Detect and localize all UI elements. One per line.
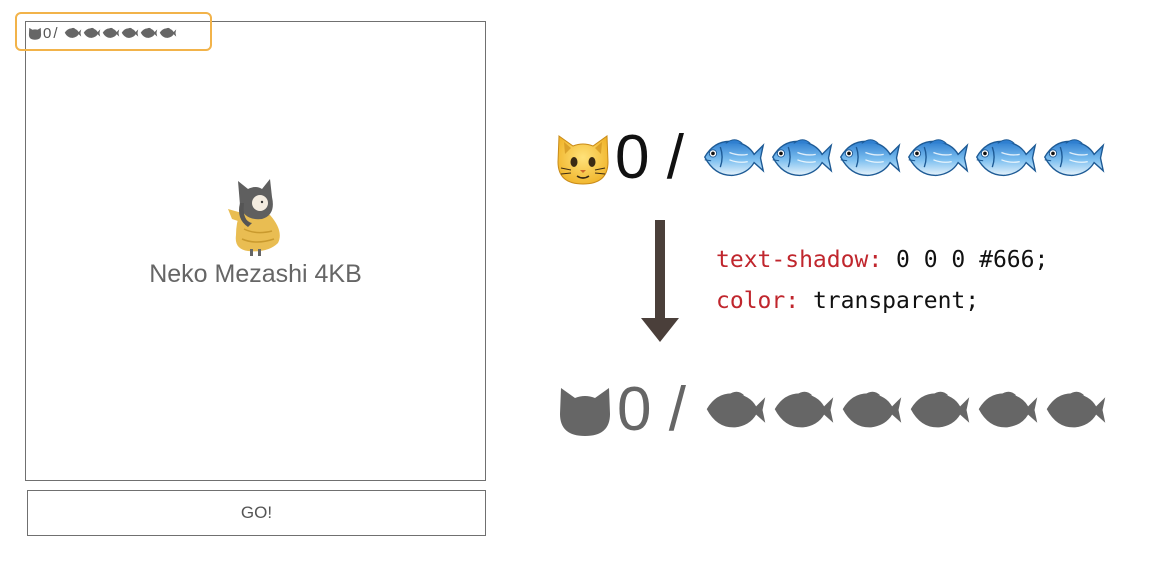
hud-fish-row [64,26,177,40]
down-arrow-icon [641,220,679,342]
neko-character-sprite [228,179,280,256]
fish-silhouette-icon [1046,391,1106,428]
hud-color-example: 0 / [555,124,1106,192]
hud-score: 0 [43,24,52,42]
hud-separator: / [53,24,58,42]
fish-silhouette-icon [121,27,138,38]
cat-silhouette-icon [28,27,42,40]
fish-silhouette-icon [842,391,902,428]
game-title: Neko Mezashi 4KB [149,260,362,288]
cat-silhouette-icon [560,388,610,436]
fish-silhouette-icon [83,27,100,38]
fish-silhouette-icon [910,391,970,428]
score-text-silhouette: 0 / [617,375,686,444]
fish-icon [703,139,765,177]
go-button[interactable]: GO! [27,490,486,536]
game-hud: 0 / [27,22,177,44]
css-code-snippet: text-shadow: 0 0 0 #666; color: transpare… [716,240,1048,322]
fish-silhouette-icon [978,391,1038,428]
fish-silhouette-icon [774,391,834,428]
fish-row-color [702,133,1106,183]
fish-silhouette-icon [706,391,766,428]
fish-silhouette-icon [159,27,176,38]
fish-icon [839,139,901,177]
fish-silhouette-icon [64,27,81,38]
fish-silhouette-icon [102,27,119,38]
fish-icon [771,139,833,177]
fish-row-silhouette [704,385,1108,435]
fish-icon [907,139,969,177]
code-line-1: text-shadow: 0 0 0 #666; [716,247,1049,273]
fish-icon [975,139,1037,177]
fish-icon [1043,139,1105,177]
fish-silhouette-icon [140,27,157,38]
cat-face-icon [557,135,609,185]
code-line-2: color: transparent; [716,288,980,314]
score-text-color: 0 / [615,123,684,192]
hud-silhouette-example: 0 / [557,376,1108,444]
